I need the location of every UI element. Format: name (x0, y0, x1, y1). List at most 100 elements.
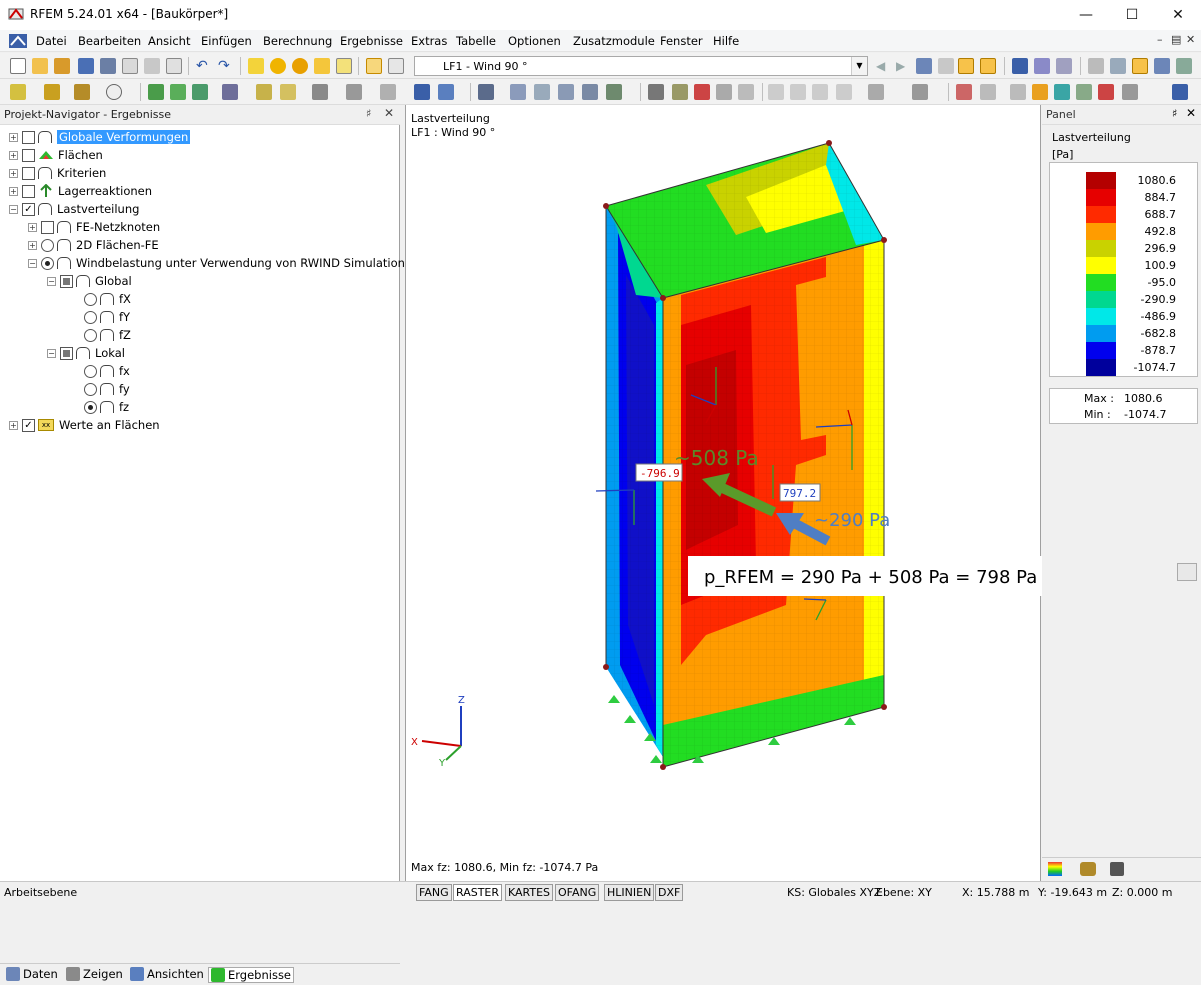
menu-tabelle[interactable]: Tabelle (456, 34, 496, 48)
active-filter-icon[interactable] (1132, 58, 1148, 74)
collapse-icon[interactable]: − (28, 259, 37, 268)
pin-icon[interactable]: ♯ (366, 107, 371, 120)
menu-zusatzmodule[interactable]: Zusatzmodule (573, 34, 655, 48)
graphic-view[interactable]: Lastverteilung LF1 : Wind 90 ° (405, 105, 1041, 881)
chevron-down-icon[interactable]: ▼ (851, 57, 867, 75)
tree-item-global-fz[interactable]: fZ (84, 326, 131, 344)
expand-icon[interactable]: + (9, 169, 18, 178)
view-minus-z-icon[interactable] (836, 84, 852, 100)
values-icon[interactable] (938, 58, 954, 74)
grid3-icon[interactable] (582, 84, 598, 100)
tree-item-lokal-fy[interactable]: fy (84, 380, 130, 398)
model-canvas[interactable]: ~508 Pa ~290 Pa -796.9 797.2 p_RFEM = 29… (406, 105, 1042, 881)
menu-berechnung[interactable]: Berechnung (263, 34, 332, 48)
checkbox[interactable] (41, 221, 54, 234)
grid2-icon[interactable] (558, 84, 574, 100)
checkbox[interactable] (22, 149, 35, 162)
tree-item-werte-an-flaechen[interactable]: +✓xxWerte an Flächen (9, 416, 160, 434)
collapse-icon[interactable]: − (47, 277, 56, 286)
plane-icon[interactable] (1010, 84, 1026, 100)
support-icon[interactable] (148, 84, 164, 100)
select-icon[interactable] (478, 84, 494, 100)
measure-icon[interactable] (648, 84, 664, 100)
tree-item-fe-netzknoten[interactable]: +FE-Netzknoten (28, 218, 160, 236)
checkbox-checked[interactable]: ✓ (22, 203, 35, 216)
section-icon[interactable] (1034, 58, 1050, 74)
save-icon[interactable] (78, 58, 94, 74)
color-scale-icon[interactable] (1048, 862, 1062, 876)
mdi-close-icon[interactable]: ✕ (1186, 33, 1195, 46)
minimize-button[interactable]: — (1063, 0, 1109, 30)
menu-ansicht[interactable]: Ansicht (148, 34, 190, 48)
dxf-button[interactable]: DXF (655, 884, 683, 901)
set4-icon[interactable] (1098, 84, 1114, 100)
tab-ansichten[interactable]: Ansichten (130, 967, 204, 981)
checkbox[interactable] (22, 167, 35, 180)
radio[interactable] (84, 329, 97, 342)
view-icon[interactable] (346, 84, 362, 100)
menu-datei[interactable]: Datei (36, 34, 67, 48)
radio-selected[interactable] (41, 257, 54, 270)
select2-icon[interactable] (510, 84, 526, 100)
solid-icon[interactable] (414, 84, 430, 100)
expand-icon[interactable]: + (9, 151, 18, 160)
edit-icon[interactable] (248, 58, 264, 74)
print-graphic-icon[interactable] (144, 58, 160, 74)
color-legend[interactable]: 1080.6884.7688.7492.8296.9100.9-95.0-290… (1049, 162, 1198, 377)
mdi-minimize-icon[interactable]: – (1157, 33, 1163, 46)
expand-icon[interactable]: + (9, 187, 18, 196)
print-icon[interactable] (122, 58, 138, 74)
radio[interactable] (84, 383, 97, 396)
menu-einfuegen[interactable]: Einfügen (201, 34, 252, 48)
results-on-icon[interactable] (958, 58, 974, 74)
check-icon[interactable] (106, 84, 122, 100)
set3-icon[interactable] (1076, 84, 1092, 100)
open-model-icon[interactable] (54, 58, 70, 74)
comment-icon[interactable] (280, 84, 296, 100)
deform-icon[interactable] (1012, 58, 1028, 74)
find-icon[interactable] (270, 58, 286, 74)
load-icon[interactable] (916, 58, 932, 74)
tab-zeigen[interactable]: Zeigen (66, 967, 123, 981)
fang-button[interactable]: FANG (416, 884, 452, 901)
close-icon[interactable]: ✕ (384, 106, 394, 120)
save-all-icon[interactable] (100, 58, 116, 74)
results-icon[interactable] (314, 58, 330, 74)
tab-ergebnisse[interactable]: Ergebnisse (208, 967, 294, 983)
graph-icon[interactable] (606, 84, 622, 100)
expand-icon[interactable]: + (9, 133, 18, 142)
menu-optionen[interactable]: Optionen (508, 34, 561, 48)
tree-item-lagerreaktionen[interactable]: +Lagerreaktionen (9, 182, 152, 200)
collapse-icon[interactable]: − (47, 349, 56, 358)
tree-item-lokal[interactable]: −Lokal (47, 344, 125, 362)
pin-icon[interactable]: ♯ (1172, 107, 1177, 120)
expand-icon[interactable]: + (9, 421, 18, 430)
magnifier-icon[interactable] (1177, 563, 1197, 581)
export-icon[interactable] (1172, 84, 1188, 100)
coord-icon[interactable] (534, 84, 550, 100)
tree-item-global[interactable]: −Global (47, 272, 132, 290)
numbers-icon[interactable] (980, 58, 996, 74)
view-y-icon[interactable] (790, 84, 806, 100)
smooth-icon[interactable] (1056, 58, 1072, 74)
tree-item-globale-verformungen[interactable]: +Globale Verformungen (9, 128, 190, 146)
maximize-button[interactable]: ☐ (1109, 0, 1155, 30)
checkbox[interactable] (22, 185, 35, 198)
table-icon[interactable] (366, 58, 382, 74)
set-icon[interactable] (1032, 84, 1048, 100)
set2-icon[interactable] (1054, 84, 1070, 100)
window-icon[interactable] (336, 58, 352, 74)
close-button[interactable]: ✕ (1155, 0, 1201, 30)
iso2-icon[interactable] (738, 84, 754, 100)
previous-icon[interactable]: ◀ (876, 58, 892, 74)
zoom-icon[interactable] (292, 58, 308, 74)
expand-icon[interactable]: + (28, 241, 37, 250)
print-preview-icon[interactable] (166, 58, 182, 74)
new-file-icon[interactable] (10, 58, 26, 74)
node-icon[interactable] (10, 84, 26, 100)
zoom-window-icon[interactable] (672, 84, 688, 100)
radio[interactable] (84, 311, 97, 324)
menu-hilfe[interactable]: Hilfe (713, 34, 739, 48)
line2-icon[interactable] (956, 84, 972, 100)
radio-selected[interactable] (84, 401, 97, 414)
